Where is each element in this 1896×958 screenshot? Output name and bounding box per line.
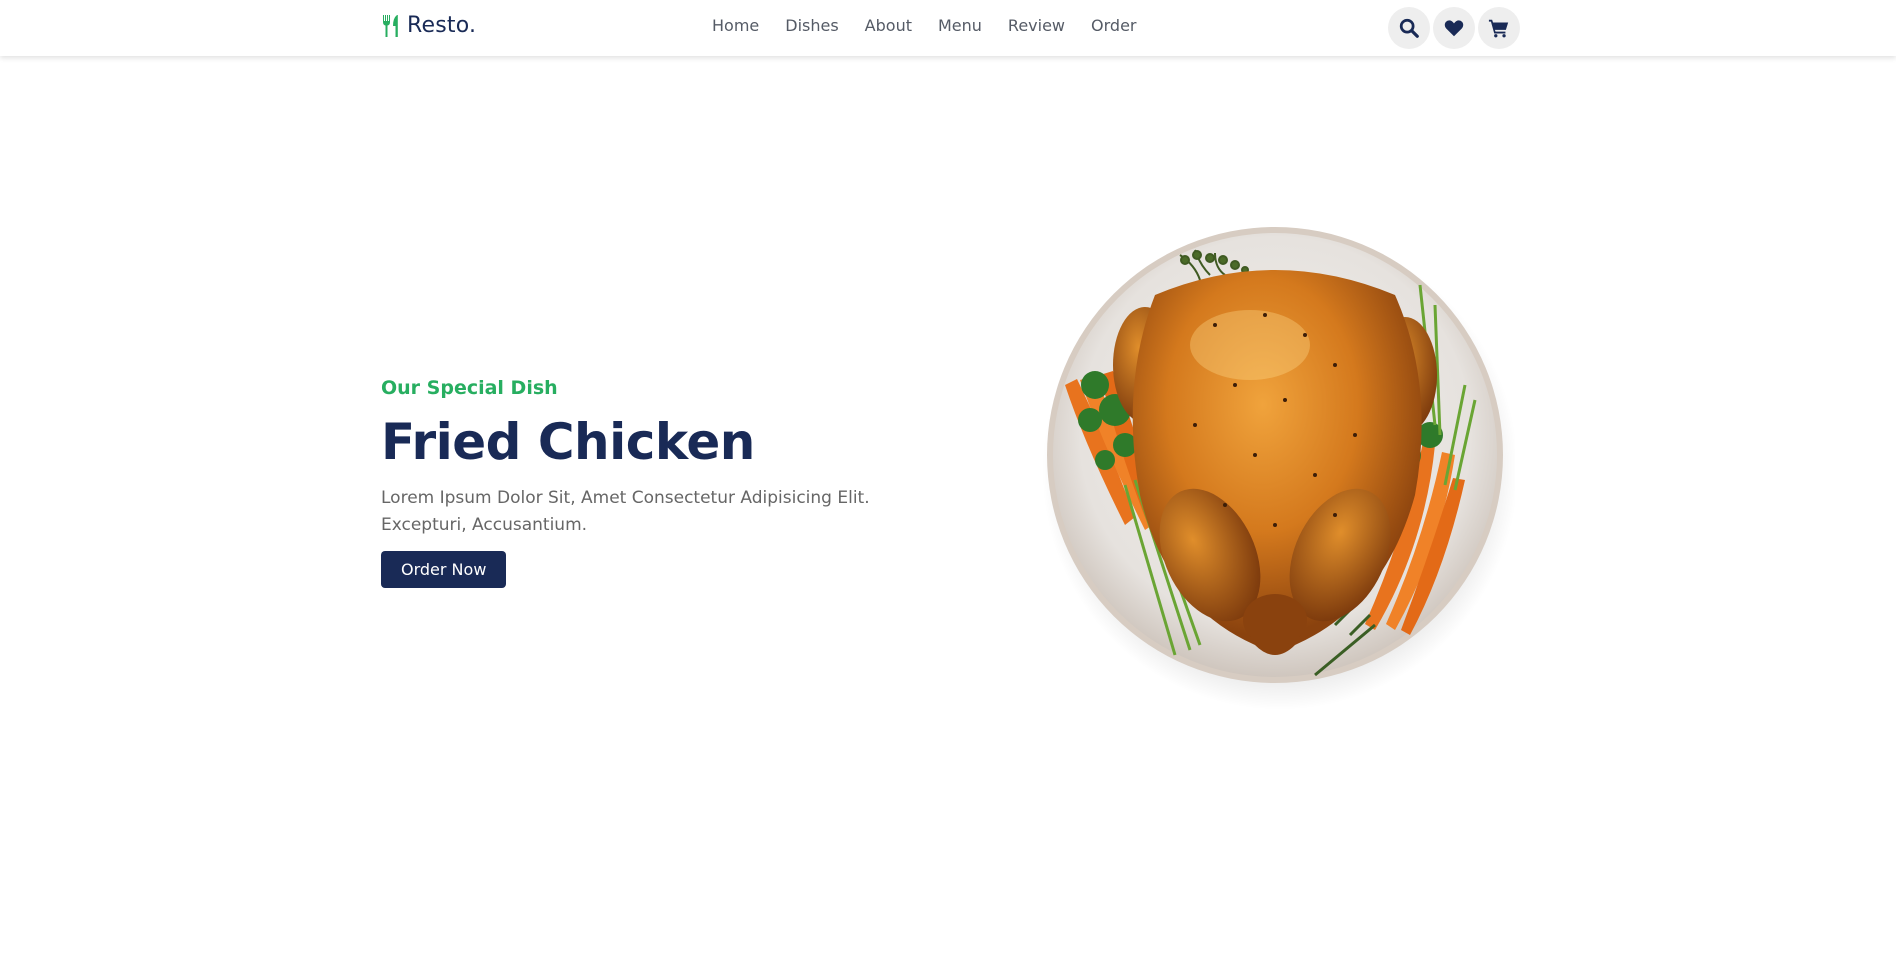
cart-button[interactable]: [1478, 7, 1520, 49]
site-header: Resto. Home Dishes About Menu Review Ord…: [0, 0, 1896, 56]
nav-about[interactable]: About: [865, 16, 912, 35]
utensils-icon: [383, 14, 398, 37]
favorites-button[interactable]: [1433, 7, 1475, 49]
nav-dishes[interactable]: Dishes: [785, 16, 838, 35]
cart-icon: [1488, 19, 1509, 38]
nav-review[interactable]: Review: [1008, 16, 1065, 35]
search-button[interactable]: [1388, 7, 1430, 49]
hero-dish-image: [1035, 225, 1518, 725]
main-nav: Home Dishes About Menu Review Order: [712, 16, 1162, 35]
header-icons: [1388, 7, 1520, 49]
hero-subtitle: Our Special Dish: [381, 377, 558, 399]
hero-title: Fried Chicken: [381, 413, 755, 471]
hero-section: Our Special Dish Fried Chicken Lorem Ips…: [381, 375, 961, 588]
search-icon: [1399, 18, 1419, 38]
nav-home[interactable]: Home: [712, 16, 759, 35]
order-now-button[interactable]: Order Now: [381, 551, 507, 588]
heart-icon: [1444, 20, 1464, 37]
nav-menu[interactable]: Menu: [938, 16, 982, 35]
brand-name: Resto.: [407, 13, 477, 38]
nav-order[interactable]: Order: [1091, 16, 1136, 35]
brand-logo[interactable]: Resto.: [381, 13, 476, 38]
hero-description: Lorem Ipsum Dolor Sit, Amet Consectetur …: [381, 488, 870, 535]
